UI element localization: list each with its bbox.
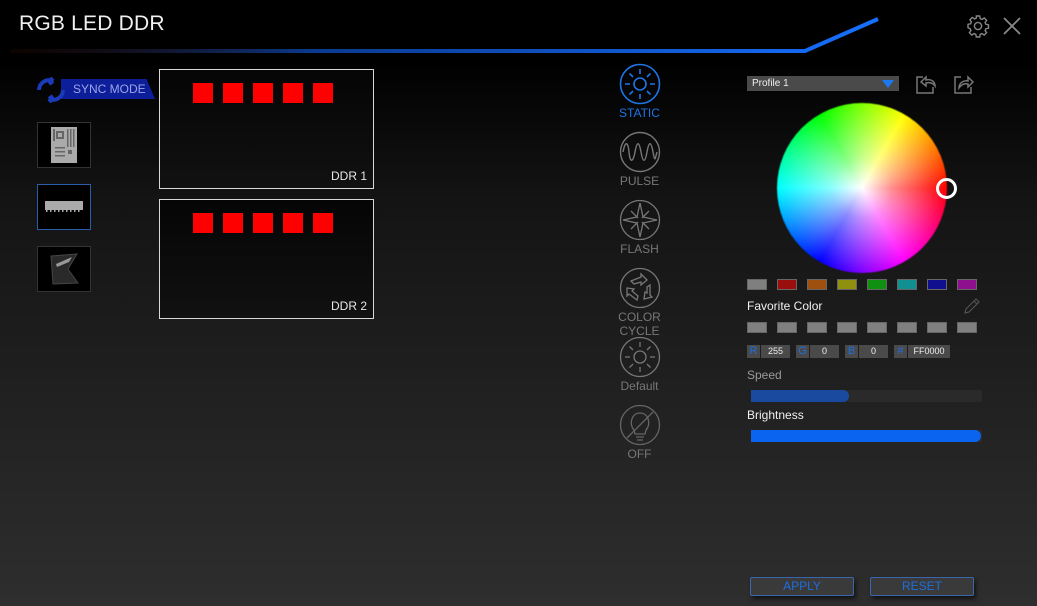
ddr-panel-1[interactable]: DDR 1 bbox=[159, 69, 374, 189]
ram-module-icon bbox=[45, 201, 83, 212]
export-icon[interactable] bbox=[952, 72, 976, 101]
color-picker-handle[interactable] bbox=[936, 178, 957, 199]
peripheral-icon bbox=[50, 253, 79, 285]
sync-mode-label: SYNC MODE bbox=[73, 82, 146, 96]
mode-label: STATIC bbox=[619, 106, 660, 120]
led-zone[interactable] bbox=[313, 83, 333, 103]
device-tab-memory[interactable] bbox=[37, 184, 91, 230]
blue-field: B 0 bbox=[845, 345, 888, 358]
wave-icon bbox=[619, 131, 660, 173]
close-icon[interactable] bbox=[1001, 15, 1023, 37]
sync-icon bbox=[37, 77, 65, 103]
led-zone[interactable] bbox=[193, 213, 213, 233]
preset-color-swatch[interactable] bbox=[897, 279, 917, 290]
ddr-panel-2[interactable]: DDR 2 bbox=[159, 199, 374, 319]
favorite-color-swatch[interactable] bbox=[807, 322, 827, 333]
green-label: G bbox=[796, 345, 809, 358]
settings-gear-icon[interactable] bbox=[966, 14, 990, 38]
pencil-icon[interactable] bbox=[964, 298, 980, 319]
mode-off[interactable]: OFF bbox=[612, 404, 667, 461]
color-wheel[interactable] bbox=[777, 103, 947, 273]
brightness-slider[interactable] bbox=[751, 430, 982, 442]
import-icon[interactable] bbox=[914, 72, 938, 101]
sync-mode-toggle[interactable]: SYNC MODE bbox=[33, 77, 155, 103]
led-zone[interactable] bbox=[193, 83, 213, 103]
apply-button[interactable]: APPLY bbox=[750, 577, 854, 596]
cycle-arrows-icon bbox=[619, 267, 660, 309]
reset-button[interactable]: RESET bbox=[870, 577, 974, 596]
device-tab-motherboard[interactable] bbox=[37, 122, 91, 168]
sun-icon bbox=[619, 63, 660, 105]
preset-color-swatch[interactable] bbox=[747, 279, 767, 290]
speed-slider[interactable] bbox=[751, 390, 982, 402]
preset-color-row bbox=[747, 279, 977, 290]
led-zone[interactable] bbox=[223, 213, 243, 233]
sun-outline-icon bbox=[619, 336, 660, 378]
mode-static[interactable]: STATIC bbox=[612, 63, 667, 120]
mode-pulse[interactable]: PULSE bbox=[612, 131, 667, 188]
hex-field: # FF0000 bbox=[894, 345, 950, 358]
mode-label: FLASH bbox=[620, 242, 659, 256]
favorite-color-swatch[interactable] bbox=[897, 322, 917, 333]
led-zone[interactable] bbox=[283, 83, 303, 103]
led-zone[interactable] bbox=[283, 213, 303, 233]
preset-color-swatch[interactable] bbox=[957, 279, 977, 290]
speed-label: Speed bbox=[747, 368, 782, 382]
preset-color-swatch[interactable] bbox=[867, 279, 887, 290]
brightness-label: Brightness bbox=[747, 408, 804, 422]
led-zone[interactable] bbox=[253, 83, 273, 103]
favorite-color-row bbox=[747, 322, 977, 333]
favorite-color-swatch[interactable] bbox=[867, 322, 887, 333]
profile-dropdown[interactable]: Profile 1 bbox=[747, 76, 899, 91]
speed-slider-knob[interactable] bbox=[837, 390, 850, 402]
hex-input[interactable]: FF0000 bbox=[908, 345, 950, 358]
header-decoration-line bbox=[10, 17, 879, 53]
star-burst-icon bbox=[619, 199, 660, 241]
favorite-color-swatch[interactable] bbox=[837, 322, 857, 333]
preset-color-swatch[interactable] bbox=[837, 279, 857, 290]
led-zone[interactable] bbox=[223, 83, 243, 103]
mode-color-cycle[interactable]: COLOR CYCLE bbox=[612, 267, 667, 338]
bulb-off-icon bbox=[619, 404, 660, 446]
favorite-color-label: Favorite Color bbox=[747, 299, 823, 313]
red-label: R bbox=[747, 345, 760, 358]
mode-label: PULSE bbox=[619, 174, 660, 188]
chevron-down-icon bbox=[882, 80, 894, 88]
mode-default[interactable]: Default bbox=[612, 336, 667, 393]
device-tab-peripheral[interactable] bbox=[37, 246, 91, 292]
led-strip bbox=[193, 213, 333, 233]
preset-color-swatch[interactable] bbox=[927, 279, 947, 290]
favorite-color-swatch[interactable] bbox=[957, 322, 977, 333]
mode-label: OFF bbox=[627, 447, 652, 461]
mode-flash[interactable]: FLASH bbox=[612, 199, 667, 256]
ddr-panel-label: DDR 1 bbox=[330, 169, 367, 183]
red-input[interactable]: 255 bbox=[761, 345, 790, 358]
blue-input[interactable]: 0 bbox=[859, 345, 888, 358]
green-field: G 0 bbox=[796, 345, 839, 358]
brightness-slider-knob[interactable] bbox=[969, 430, 982, 442]
mode-label-line1: COLOR bbox=[618, 310, 661, 324]
led-zone[interactable] bbox=[253, 213, 273, 233]
motherboard-icon bbox=[51, 127, 77, 163]
green-input[interactable]: 0 bbox=[810, 345, 839, 358]
speed-slider-fill bbox=[751, 390, 844, 402]
led-strip bbox=[193, 83, 333, 103]
mode-label: Default bbox=[620, 379, 659, 393]
brightness-slider-fill bbox=[751, 430, 976, 442]
red-field: R 255 bbox=[747, 345, 790, 358]
led-zone[interactable] bbox=[313, 213, 333, 233]
hex-label: # bbox=[894, 345, 907, 358]
mode-label: COLOR CYCLE bbox=[612, 310, 667, 338]
favorite-color-swatch[interactable] bbox=[777, 322, 797, 333]
favorite-color-swatch[interactable] bbox=[747, 322, 767, 333]
profile-selected: Profile 1 bbox=[752, 78, 789, 89]
preset-color-swatch[interactable] bbox=[777, 279, 797, 290]
ddr-panel-label: DDR 2 bbox=[330, 299, 367, 313]
favorite-color-swatch[interactable] bbox=[927, 322, 947, 333]
blue-label: B bbox=[845, 345, 858, 358]
preset-color-swatch[interactable] bbox=[807, 279, 827, 290]
